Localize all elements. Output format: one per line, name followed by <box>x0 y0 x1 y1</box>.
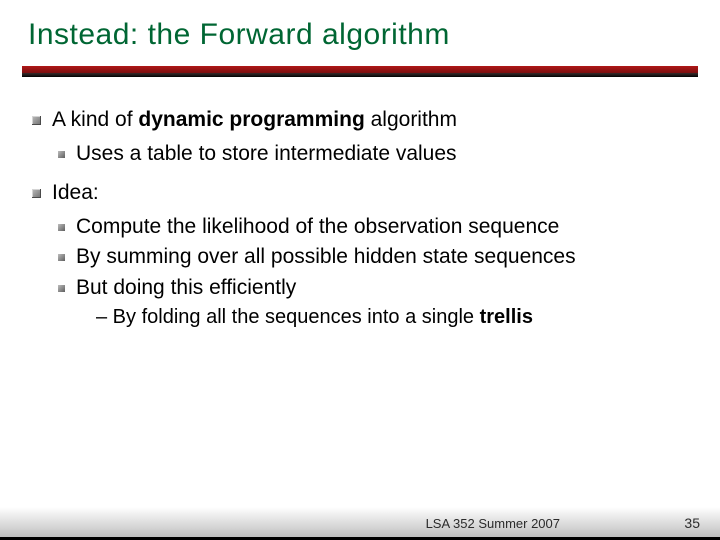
bullet-2: Idea: <box>28 179 692 207</box>
bullet-2-sub-3-text: But doing this efficiently <box>76 276 296 299</box>
content-area: A kind of dynamic programming algorithm … <box>28 106 692 331</box>
bullet-2-sub-2-text: By summing over all possible hidden stat… <box>76 245 576 268</box>
bullet-2-sub-3: But doing this efficiently <box>28 274 692 302</box>
footer-gradient <box>0 507 720 537</box>
bullet-1-sub-1: Uses a table to store intermediate value… <box>28 140 692 168</box>
bullet-1-sub-1-text: Uses a table to store intermediate value… <box>76 142 457 165</box>
bullet-2-sub-3-dash: – By folding all the sequences into a si… <box>28 304 692 331</box>
slide-title: Instead: the Forward algorithm <box>28 18 692 52</box>
bullet-2-sub-2: By summing over all possible hidden stat… <box>28 243 692 271</box>
divider-red <box>22 66 698 73</box>
footer: LSA 352 Summer 2007 35 <box>0 507 720 540</box>
footer-page-number: 35 <box>684 515 700 531</box>
slide: Instead: the Forward algorithm A kind of… <box>0 0 720 540</box>
bullet-1-text-post: algorithm <box>365 108 457 131</box>
bullet-2-sub-3-dash-bold: trellis <box>480 306 533 328</box>
bullet-2-text: Idea: <box>52 181 99 204</box>
bullet-2-sub-1: Compute the likelihood of the observatio… <box>28 213 692 241</box>
bullet-2-sub-1-text: Compute the likelihood of the observatio… <box>76 215 559 238</box>
footer-course: LSA 352 Summer 2007 <box>426 516 560 531</box>
bullet-1: A kind of dynamic programming algorithm <box>28 106 692 134</box>
bullet-1-text-bold: dynamic programming <box>138 108 364 131</box>
divider-shadow <box>22 73 698 77</box>
bullet-2-sub-3-dash-text: – By folding all the sequences into a si… <box>96 306 480 328</box>
bullet-1-text-pre: A kind of <box>52 108 138 131</box>
divider <box>22 66 698 84</box>
